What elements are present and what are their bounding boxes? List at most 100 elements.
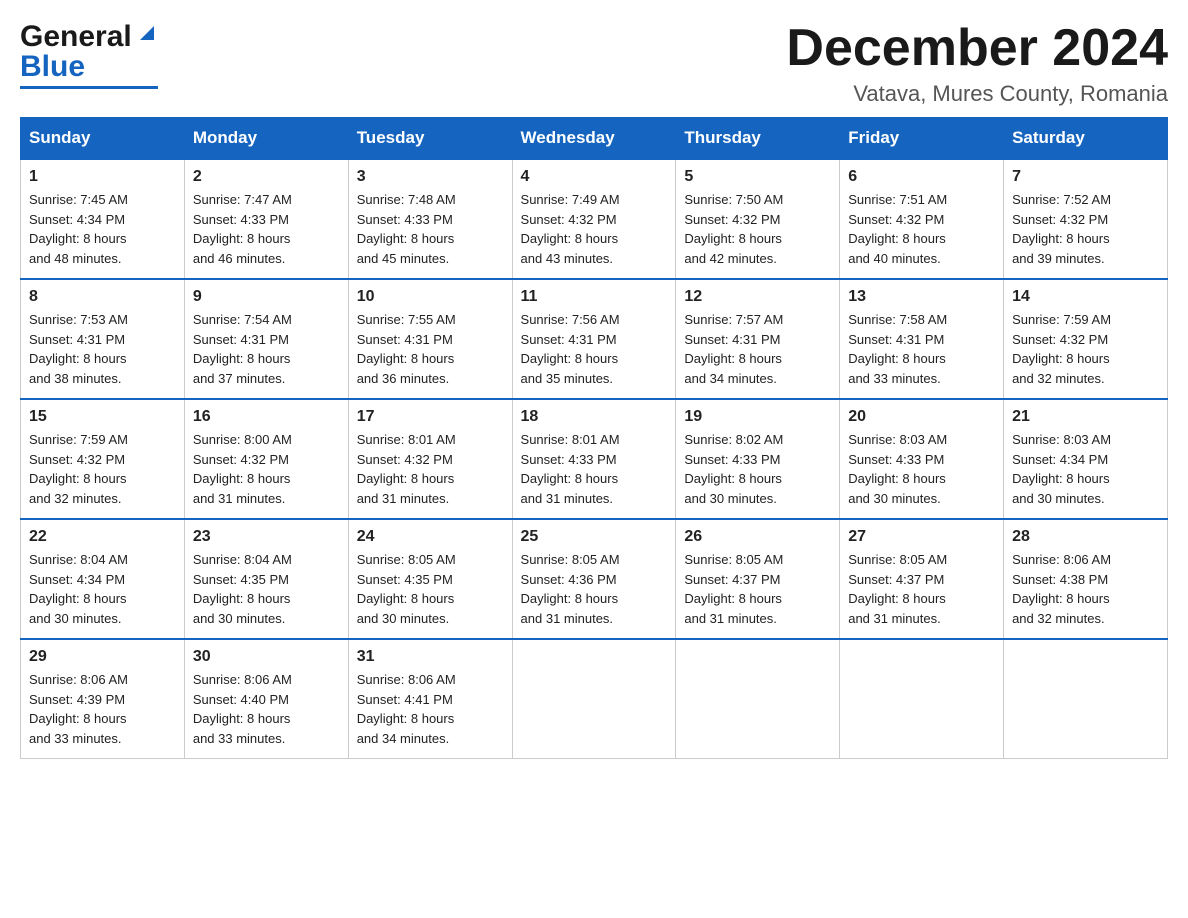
table-row: 13 Sunrise: 7:58 AM Sunset: 4:31 PM Dayl…	[840, 279, 1004, 399]
day-info: Sunrise: 8:06 AM Sunset: 4:41 PM Dayligh…	[357, 670, 504, 748]
day-info: Sunrise: 7:47 AM Sunset: 4:33 PM Dayligh…	[193, 190, 340, 268]
table-row: 3 Sunrise: 7:48 AM Sunset: 4:33 PM Dayli…	[348, 159, 512, 279]
day-number: 4	[521, 168, 668, 186]
day-info: Sunrise: 7:54 AM Sunset: 4:31 PM Dayligh…	[193, 310, 340, 388]
table-row: 16 Sunrise: 8:00 AM Sunset: 4:32 PM Dayl…	[184, 399, 348, 519]
table-row: 12 Sunrise: 7:57 AM Sunset: 4:31 PM Dayl…	[676, 279, 840, 399]
day-number: 22	[29, 528, 176, 546]
day-info: Sunrise: 8:00 AM Sunset: 4:32 PM Dayligh…	[193, 430, 340, 508]
calendar-header-row: Sunday Monday Tuesday Wednesday Thursday…	[21, 118, 1168, 160]
day-number: 23	[193, 528, 340, 546]
day-number: 15	[29, 408, 176, 426]
day-number: 1	[29, 168, 176, 186]
day-info: Sunrise: 8:01 AM Sunset: 4:32 PM Dayligh…	[357, 430, 504, 508]
table-row: 20 Sunrise: 8:03 AM Sunset: 4:33 PM Dayl…	[840, 399, 1004, 519]
day-number: 3	[357, 168, 504, 186]
day-number: 21	[1012, 408, 1159, 426]
day-number: 10	[357, 288, 504, 306]
day-number: 14	[1012, 288, 1159, 306]
day-info: Sunrise: 7:48 AM Sunset: 4:33 PM Dayligh…	[357, 190, 504, 268]
table-row: 24 Sunrise: 8:05 AM Sunset: 4:35 PM Dayl…	[348, 519, 512, 639]
table-row: 21 Sunrise: 8:03 AM Sunset: 4:34 PM Dayl…	[1004, 399, 1168, 519]
day-number: 29	[29, 648, 176, 666]
col-sunday: Sunday	[21, 118, 185, 160]
col-saturday: Saturday	[1004, 118, 1168, 160]
day-number: 5	[684, 168, 831, 186]
day-info: Sunrise: 7:45 AM Sunset: 4:34 PM Dayligh…	[29, 190, 176, 268]
table-row: 19 Sunrise: 8:02 AM Sunset: 4:33 PM Dayl…	[676, 399, 840, 519]
day-number: 16	[193, 408, 340, 426]
day-info: Sunrise: 8:02 AM Sunset: 4:33 PM Dayligh…	[684, 430, 831, 508]
table-row: 9 Sunrise: 7:54 AM Sunset: 4:31 PM Dayli…	[184, 279, 348, 399]
day-number: 17	[357, 408, 504, 426]
day-info: Sunrise: 7:51 AM Sunset: 4:32 PM Dayligh…	[848, 190, 995, 268]
table-row: 10 Sunrise: 7:55 AM Sunset: 4:31 PM Dayl…	[348, 279, 512, 399]
table-row: 28 Sunrise: 8:06 AM Sunset: 4:38 PM Dayl…	[1004, 519, 1168, 639]
col-tuesday: Tuesday	[348, 118, 512, 160]
col-wednesday: Wednesday	[512, 118, 676, 160]
table-row	[840, 639, 1004, 759]
day-info: Sunrise: 8:06 AM Sunset: 4:39 PM Dayligh…	[29, 670, 176, 748]
day-number: 7	[1012, 168, 1159, 186]
day-number: 25	[521, 528, 668, 546]
calendar-week-row: 29 Sunrise: 8:06 AM Sunset: 4:39 PM Dayl…	[21, 639, 1168, 759]
day-number: 31	[357, 648, 504, 666]
logo: General Blue	[20, 20, 158, 89]
day-info: Sunrise: 8:05 AM Sunset: 4:37 PM Dayligh…	[848, 550, 995, 628]
day-info: Sunrise: 7:58 AM Sunset: 4:31 PM Dayligh…	[848, 310, 995, 388]
logo-underline	[20, 86, 158, 89]
day-number: 19	[684, 408, 831, 426]
day-number: 11	[521, 288, 668, 306]
table-row: 22 Sunrise: 8:04 AM Sunset: 4:34 PM Dayl…	[21, 519, 185, 639]
day-info: Sunrise: 8:03 AM Sunset: 4:34 PM Dayligh…	[1012, 430, 1159, 508]
calendar-week-row: 22 Sunrise: 8:04 AM Sunset: 4:34 PM Dayl…	[21, 519, 1168, 639]
title-block: December 2024 Vatava, Mures County, Roma…	[786, 20, 1168, 107]
day-number: 28	[1012, 528, 1159, 546]
day-info: Sunrise: 7:56 AM Sunset: 4:31 PM Dayligh…	[521, 310, 668, 388]
calendar-week-row: 15 Sunrise: 7:59 AM Sunset: 4:32 PM Dayl…	[21, 399, 1168, 519]
table-row: 1 Sunrise: 7:45 AM Sunset: 4:34 PM Dayli…	[21, 159, 185, 279]
day-info: Sunrise: 7:49 AM Sunset: 4:32 PM Dayligh…	[521, 190, 668, 268]
calendar-week-row: 8 Sunrise: 7:53 AM Sunset: 4:31 PM Dayli…	[21, 279, 1168, 399]
day-number: 2	[193, 168, 340, 186]
col-thursday: Thursday	[676, 118, 840, 160]
table-row: 23 Sunrise: 8:04 AM Sunset: 4:35 PM Dayl…	[184, 519, 348, 639]
table-row: 29 Sunrise: 8:06 AM Sunset: 4:39 PM Dayl…	[21, 639, 185, 759]
day-info: Sunrise: 8:01 AM Sunset: 4:33 PM Dayligh…	[521, 430, 668, 508]
day-number: 30	[193, 648, 340, 666]
day-number: 20	[848, 408, 995, 426]
table-row: 8 Sunrise: 7:53 AM Sunset: 4:31 PM Dayli…	[21, 279, 185, 399]
day-info: Sunrise: 7:57 AM Sunset: 4:31 PM Dayligh…	[684, 310, 831, 388]
logo-general-text: General	[20, 20, 132, 54]
day-info: Sunrise: 8:05 AM Sunset: 4:35 PM Dayligh…	[357, 550, 504, 628]
day-info: Sunrise: 7:59 AM Sunset: 4:32 PM Dayligh…	[29, 430, 176, 508]
table-row: 26 Sunrise: 8:05 AM Sunset: 4:37 PM Dayl…	[676, 519, 840, 639]
table-row	[512, 639, 676, 759]
day-info: Sunrise: 8:06 AM Sunset: 4:40 PM Dayligh…	[193, 670, 340, 748]
day-number: 26	[684, 528, 831, 546]
location: Vatava, Mures County, Romania	[786, 81, 1168, 107]
day-number: 9	[193, 288, 340, 306]
page-header: General Blue December 2024 Vatava, Mures…	[20, 20, 1168, 107]
day-info: Sunrise: 7:53 AM Sunset: 4:31 PM Dayligh…	[29, 310, 176, 388]
day-info: Sunrise: 8:03 AM Sunset: 4:33 PM Dayligh…	[848, 430, 995, 508]
day-number: 27	[848, 528, 995, 546]
day-number: 13	[848, 288, 995, 306]
month-title: December 2024	[786, 20, 1168, 77]
calendar-week-row: 1 Sunrise: 7:45 AM Sunset: 4:34 PM Dayli…	[21, 159, 1168, 279]
day-number: 8	[29, 288, 176, 306]
day-info: Sunrise: 8:05 AM Sunset: 4:37 PM Dayligh…	[684, 550, 831, 628]
table-row: 4 Sunrise: 7:49 AM Sunset: 4:32 PM Dayli…	[512, 159, 676, 279]
table-row: 25 Sunrise: 8:05 AM Sunset: 4:36 PM Dayl…	[512, 519, 676, 639]
table-row: 17 Sunrise: 8:01 AM Sunset: 4:32 PM Dayl…	[348, 399, 512, 519]
day-info: Sunrise: 8:05 AM Sunset: 4:36 PM Dayligh…	[521, 550, 668, 628]
day-info: Sunrise: 7:55 AM Sunset: 4:31 PM Dayligh…	[357, 310, 504, 388]
day-info: Sunrise: 8:06 AM Sunset: 4:38 PM Dayligh…	[1012, 550, 1159, 628]
day-number: 24	[357, 528, 504, 546]
table-row: 7 Sunrise: 7:52 AM Sunset: 4:32 PM Dayli…	[1004, 159, 1168, 279]
calendar-table: Sunday Monday Tuesday Wednesday Thursday…	[20, 117, 1168, 759]
table-row	[1004, 639, 1168, 759]
col-monday: Monday	[184, 118, 348, 160]
table-row: 31 Sunrise: 8:06 AM Sunset: 4:41 PM Dayl…	[348, 639, 512, 759]
logo-blue-text: Blue	[20, 50, 85, 84]
